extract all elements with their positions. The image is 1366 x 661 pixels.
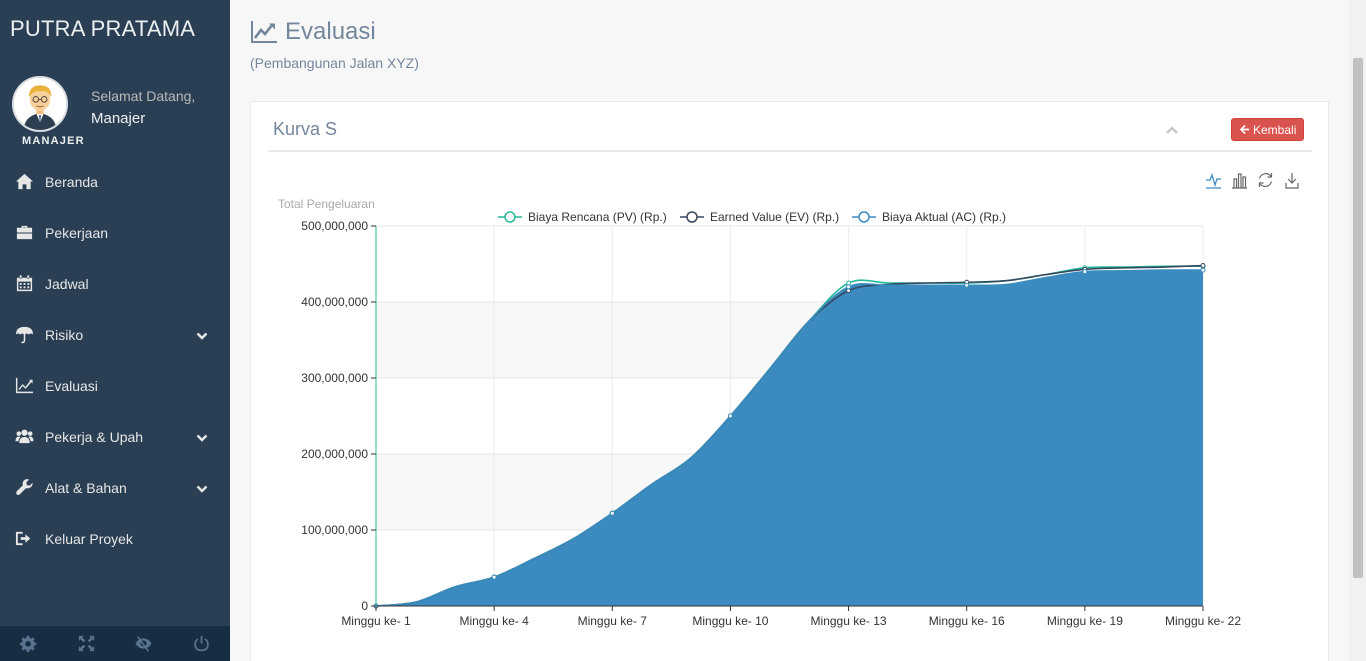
ac-line-point bbox=[727, 413, 733, 419]
x-tick-label: Minggu ke- 7 bbox=[578, 614, 648, 628]
ac-line-point bbox=[1082, 269, 1088, 275]
y-tick-label: 200,000,000 bbox=[301, 447, 368, 461]
line-chart-tool[interactable] bbox=[1206, 173, 1221, 189]
ac-line-point bbox=[491, 574, 497, 580]
s-curve-chart: 0 100,000,000 200,000,000 300,000,000 400,00… bbox=[278, 173, 1299, 628]
x-tick-label: Minggu ke- 10 bbox=[692, 614, 768, 628]
ac-line-point bbox=[1200, 267, 1206, 273]
legend-label: Biaya Rencana (PV) (Rp.) bbox=[528, 210, 667, 224]
legend-item[interactable]: Biaya Rencana (PV) (Rp.) bbox=[498, 210, 667, 224]
refresh-tool[interactable] bbox=[1258, 173, 1273, 187]
y-axis-label: Total Pengeluaran bbox=[278, 197, 375, 211]
x-tick-label: Minggu ke- 1 bbox=[341, 614, 411, 628]
bar-chart-tool[interactable] bbox=[1232, 173, 1247, 189]
bar-chart-icon bbox=[1232, 173, 1247, 189]
x-tick-label: Minggu ke- 19 bbox=[1047, 614, 1123, 628]
y-tick-label: 500,000,000 bbox=[301, 219, 368, 233]
x-tick-label: Minggu ke- 16 bbox=[929, 614, 1005, 628]
scrollbar-thumb[interactable] bbox=[1353, 58, 1363, 578]
legend-item[interactable]: Biaya Aktual (AC) (Rp.) bbox=[852, 210, 1006, 224]
y-tick-label: 400,000,000 bbox=[301, 295, 368, 309]
ac-line-point bbox=[609, 510, 615, 516]
ac-line-point bbox=[964, 282, 970, 288]
refresh-icon bbox=[1258, 173, 1273, 187]
y-tick-label: 0 bbox=[361, 599, 368, 613]
y-tick-label: 300,000,000 bbox=[301, 371, 368, 385]
legend-label: Earned Value (EV) (Rp.) bbox=[710, 210, 839, 224]
legend-marker bbox=[686, 211, 698, 223]
legend-item[interactable]: Earned Value (EV) (Rp.) bbox=[680, 210, 839, 224]
y-tick-label: 100,000,000 bbox=[301, 523, 368, 537]
legend-marker bbox=[504, 211, 516, 223]
x-tick-label: Minggu ke- 4 bbox=[459, 614, 529, 628]
x-tick-label: Minggu ke- 22 bbox=[1165, 614, 1241, 628]
line-chart-icon bbox=[1206, 173, 1221, 189]
legend-label: Biaya Aktual (AC) (Rp.) bbox=[882, 210, 1006, 224]
legend-marker bbox=[858, 211, 870, 223]
x-tick-label: Minggu ke- 13 bbox=[811, 614, 887, 628]
download-icon bbox=[1285, 173, 1299, 189]
download-tool[interactable] bbox=[1285, 173, 1299, 189]
ac-line-point bbox=[846, 284, 852, 290]
page-scrollbar[interactable] bbox=[1349, 0, 1366, 661]
ev-line-point bbox=[1200, 263, 1206, 269]
